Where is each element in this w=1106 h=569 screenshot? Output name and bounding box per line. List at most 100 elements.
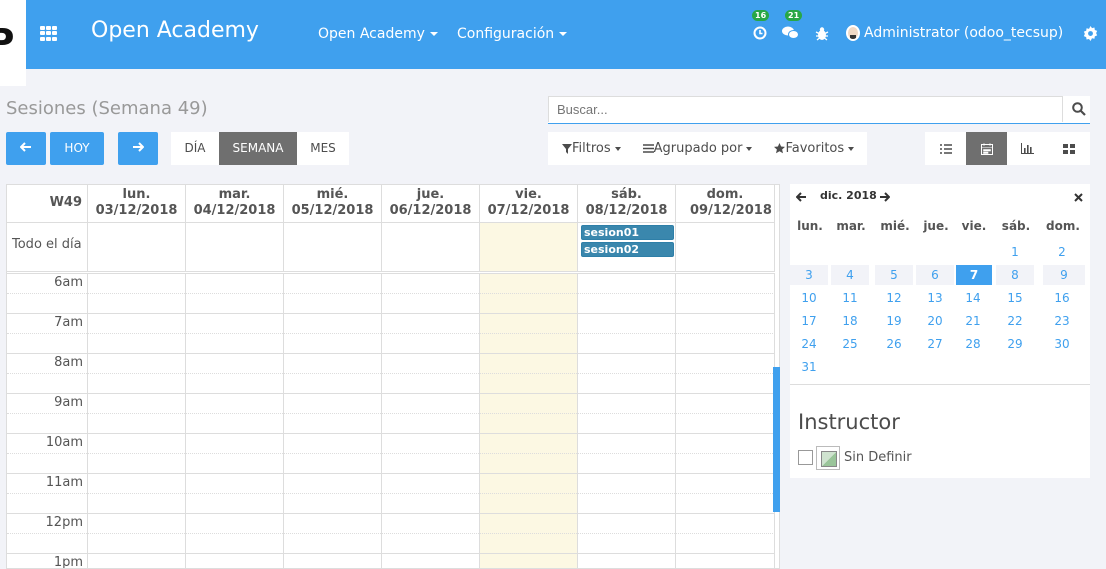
all-day-cell[interactable] bbox=[186, 223, 284, 271]
caret-down-icon bbox=[429, 32, 438, 36]
kanban-view-button[interactable] bbox=[1048, 132, 1090, 165]
mini-day[interactable]: 29 bbox=[996, 334, 1034, 354]
graph-view-button[interactable] bbox=[1007, 132, 1048, 165]
mini-day[interactable]: 25 bbox=[831, 334, 869, 354]
mini-day[interactable]: 12 bbox=[875, 288, 913, 308]
mini-day[interactable]: 15 bbox=[996, 288, 1034, 308]
mode-day-button[interactable]: DÍA bbox=[171, 132, 219, 165]
favorites-button[interactable]: Favoritos bbox=[760, 141, 862, 156]
mini-prev-icon[interactable] bbox=[795, 191, 807, 205]
mini-day[interactable]: 6 bbox=[916, 265, 954, 285]
all-day-cell[interactable] bbox=[676, 223, 775, 271]
all-day-cell[interactable] bbox=[88, 223, 186, 271]
list-view-button[interactable] bbox=[925, 132, 966, 165]
star-icon bbox=[774, 143, 786, 154]
day-header: jue. 06/12/2018 bbox=[382, 185, 480, 222]
mini-day-name: sáb. bbox=[1001, 219, 1031, 233]
mini-day[interactable]: 22 bbox=[996, 311, 1034, 331]
caret-down-icon bbox=[614, 146, 621, 151]
mini-day[interactable]: 10 bbox=[790, 288, 828, 308]
mini-day[interactable]: 18 bbox=[831, 311, 869, 331]
all-day-cell[interactable] bbox=[382, 223, 480, 271]
hour-label: 10am bbox=[45, 435, 83, 450]
search-bar bbox=[548, 96, 1090, 124]
today-button[interactable]: HOY bbox=[50, 132, 104, 165]
favorites-label: Favoritos bbox=[785, 141, 845, 156]
caret-down-icon bbox=[848, 146, 855, 151]
mini-day[interactable]: 28 bbox=[954, 334, 992, 354]
user-menu[interactable]: Administrator (odoo_tecsup) bbox=[846, 25, 1063, 41]
avatar bbox=[846, 25, 860, 41]
mini-day[interactable]: 30 bbox=[1043, 334, 1081, 354]
hour-label: 8am bbox=[54, 355, 83, 370]
menu-configuracion[interactable]: Configuración bbox=[457, 26, 568, 42]
day-header: vie. 07/12/2018 bbox=[480, 185, 578, 222]
prev-button[interactable] bbox=[6, 132, 46, 165]
mini-day[interactable]: 16 bbox=[1043, 288, 1081, 308]
calendar-event[interactable]: sesion01 bbox=[581, 225, 674, 240]
calendar-event[interactable]: sesion02 bbox=[581, 242, 674, 257]
filter-icon bbox=[562, 143, 572, 154]
mini-day[interactable]: 3 bbox=[790, 265, 828, 285]
messages-badge: 21 bbox=[785, 10, 803, 21]
groupby-label: Agrupado por bbox=[653, 141, 743, 156]
mini-day[interactable]: 2 bbox=[1043, 242, 1081, 262]
mini-day[interactable]: 21 bbox=[954, 311, 992, 331]
mini-day[interactable]: 27 bbox=[916, 334, 954, 354]
mini-day[interactable]: 19 bbox=[875, 311, 913, 331]
caret-down-icon bbox=[746, 146, 753, 151]
mini-day[interactable]: 26 bbox=[875, 334, 913, 354]
mini-next-icon[interactable] bbox=[879, 191, 891, 205]
mini-day[interactable]: 11 bbox=[831, 288, 869, 308]
arrow-right-icon bbox=[133, 142, 145, 152]
mini-day-name: mié. bbox=[880, 219, 910, 233]
mini-day[interactable]: 4 bbox=[831, 265, 869, 285]
mini-day[interactable]: 14 bbox=[954, 288, 992, 308]
mini-day[interactable]: 17 bbox=[790, 311, 828, 331]
hour-label: 9am bbox=[54, 395, 83, 410]
all-day-cell[interactable] bbox=[284, 223, 382, 271]
week-calendar: W49 lun. 03/12/2018 mar. 04/12/2018 mié.… bbox=[6, 184, 780, 569]
mini-day[interactable]: 13 bbox=[916, 288, 954, 308]
calendar-scrollbar[interactable] bbox=[773, 367, 780, 512]
filter-checkbox[interactable] bbox=[798, 450, 813, 465]
mini-day[interactable]: 20 bbox=[916, 311, 954, 331]
mini-day[interactable]: 1 bbox=[996, 242, 1034, 262]
day-header: sáb. 08/12/2018 bbox=[578, 185, 676, 222]
mini-calendar-nav: dic. 2018 bbox=[790, 184, 1090, 209]
close-icon[interactable] bbox=[1074, 191, 1083, 205]
calendar-view-button[interactable] bbox=[966, 132, 1007, 165]
search-input[interactable] bbox=[548, 96, 1063, 122]
groupby-button[interactable]: Agrupado por bbox=[629, 141, 761, 156]
apps-menu-icon[interactable] bbox=[40, 26, 57, 41]
chat-icon[interactable] bbox=[782, 26, 799, 42]
mini-day[interactable]: 23 bbox=[1043, 311, 1081, 331]
all-day-cell-today[interactable] bbox=[480, 223, 578, 271]
mini-day[interactable]: 24 bbox=[790, 334, 828, 354]
filter-section-title: Instructor bbox=[798, 410, 900, 434]
search-options: Filtros Agrupado por Favoritos bbox=[548, 132, 867, 165]
mode-week-button[interactable]: SEMANA bbox=[219, 132, 297, 165]
mini-day[interactable]: 9 bbox=[1043, 265, 1085, 285]
activity-badge: 16 bbox=[752, 10, 770, 21]
next-button[interactable] bbox=[118, 132, 158, 165]
mini-day-name: vie. bbox=[961, 219, 987, 233]
menu-open-academy[interactable]: Open Academy bbox=[318, 26, 438, 42]
week-number: W49 bbox=[7, 185, 88, 222]
company-logo: P bbox=[0, 0, 26, 86]
app-brand[interactable]: Open Academy bbox=[91, 18, 259, 43]
bug-icon[interactable] bbox=[814, 26, 830, 42]
mini-month-label: dic. 2018 bbox=[820, 189, 877, 202]
bars-icon bbox=[642, 144, 654, 153]
mini-day[interactable]: 8 bbox=[996, 265, 1034, 285]
mini-day[interactable]: 5 bbox=[875, 265, 913, 285]
filters-button[interactable]: Filtros bbox=[548, 141, 629, 156]
clock-icon[interactable] bbox=[752, 26, 768, 42]
mini-day[interactable]: 31 bbox=[790, 357, 828, 377]
search-icon[interactable] bbox=[1072, 102, 1086, 119]
today-column[interactable] bbox=[480, 274, 578, 568]
gear-icon[interactable] bbox=[1082, 26, 1098, 42]
arrow-left-icon bbox=[19, 142, 31, 152]
mode-month-button[interactable]: MES bbox=[297, 132, 349, 165]
mini-day-selected[interactable]: 7 bbox=[956, 265, 992, 285]
